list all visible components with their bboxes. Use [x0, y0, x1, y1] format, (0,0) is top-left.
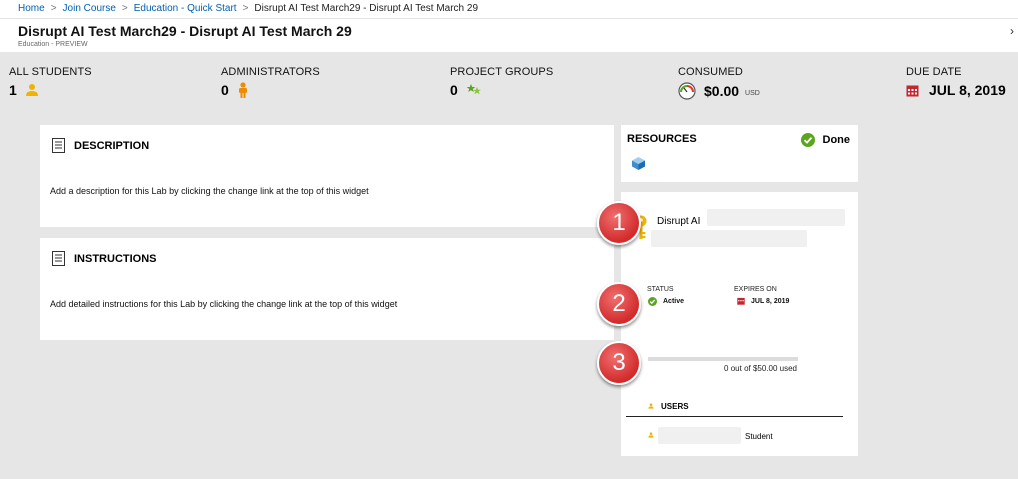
resources-status: Done — [800, 133, 851, 147]
description-title: DESCRIPTION — [74, 140, 150, 152]
stat-value: 0 — [450, 82, 458, 98]
users-title: USERS — [661, 402, 689, 411]
admin-person-icon — [238, 82, 247, 98]
calendar-icon — [906, 85, 919, 96]
project-groups-icon — [466, 84, 481, 95]
description-body: Add a description for this Lab by clicki… — [50, 186, 369, 196]
status-text: Active — [663, 298, 685, 305]
stat-due-date[interactable]: DUE DATE JUL 8, 2019 — [906, 66, 1006, 98]
users-divider — [626, 416, 843, 417]
status-label: STATUS — [647, 286, 674, 293]
resources-card: RESOURCES Done — [621, 125, 858, 182]
stat-label: ALL STUDENTS — [9, 66, 92, 78]
document-icon — [52, 251, 65, 266]
breadcrumb-education-quick-start[interactable]: Education - Quick Start — [134, 3, 237, 14]
stat-consumed[interactable]: CONSUMED $0.00 USD — [678, 66, 760, 100]
usage-text: 0 out of $50.00 used — [724, 364, 797, 373]
breadcrumb-separator: > — [242, 3, 249, 14]
check-circle-icon — [800, 133, 815, 147]
callout-badge-3: 3 — [597, 341, 641, 385]
person-icon — [648, 432, 654, 438]
usage-progress-bar — [648, 357, 798, 361]
resources-status-text: Done — [822, 134, 851, 146]
breadcrumb-current: Disrupt AI Test March29 - Disrupt AI Tes… — [254, 3, 479, 14]
stat-project-groups[interactable]: PROJECT GROUPS 0 — [450, 66, 553, 98]
resources-title: RESOURCES — [627, 133, 697, 145]
instructions-title: INSTRUCTIONS — [74, 253, 157, 265]
instructions-body: Add detailed instructions for this Lab b… — [50, 299, 398, 309]
redacted-subscription-detail — [651, 230, 807, 247]
user-role: Student — [745, 432, 773, 441]
expires-text: JUL 8, 2019 — [751, 297, 790, 305]
redacted-user-name — [658, 427, 741, 444]
page-title: Disrupt AI Test March29 - Disrupt AI Tes… — [18, 23, 352, 39]
person-icon — [25, 84, 38, 96]
page-header: Disrupt AI Test March29 - Disrupt AI Tes… — [0, 18, 1018, 52]
expires-label: EXPIRES ON — [734, 286, 777, 293]
breadcrumb-home[interactable]: Home — [18, 3, 45, 14]
stat-all-students[interactable]: ALL STUDENTS 1 — [9, 66, 92, 98]
stat-value: $0.00 — [704, 83, 740, 99]
document-icon — [52, 138, 65, 153]
stat-label: CONSUMED — [678, 66, 743, 78]
breadcrumb-join-course[interactable]: Join Course — [63, 3, 116, 14]
gauge-icon — [678, 82, 696, 100]
breadcrumb: Home > Join Course > Education - Quick Start… — [0, 0, 1018, 18]
stat-label: ADMINISTRATORS — [221, 66, 320, 78]
status-value: Active — [648, 297, 684, 306]
description-card: DESCRIPTION Add a description for this L… — [40, 125, 614, 227]
stat-value: 1 — [9, 82, 17, 98]
callout-badge-1: 1 — [597, 201, 641, 245]
stat-value: 0 — [221, 82, 229, 98]
callout-badge-2: 2 — [597, 282, 641, 326]
stat-value: JUL 8, 2019 — [929, 82, 1006, 98]
instructions-card: INSTRUCTIONS Add detailed instructions f… — [40, 238, 614, 340]
person-icon — [648, 403, 654, 409]
redacted-subscription-id — [707, 209, 845, 226]
breadcrumb-separator: > — [50, 3, 57, 14]
check-circle-icon — [648, 297, 657, 306]
stat-administrators[interactable]: ADMINISTRATORS 0 — [221, 66, 320, 98]
page-subtitle: Education - PREVIEW — [18, 41, 88, 48]
stat-label: PROJECT GROUPS — [450, 66, 554, 78]
breadcrumb-separator: > — [121, 3, 128, 14]
chevron-right-icon[interactable]: › — [1010, 24, 1014, 38]
subscription-name: Disrupt AI — [657, 216, 701, 227]
stat-unit: USD — [745, 89, 760, 97]
cube-icon[interactable] — [631, 156, 646, 171]
calendar-icon — [737, 297, 745, 305]
expires-value: JUL 8, 2019 — [737, 297, 789, 305]
stat-label: DUE DATE — [906, 66, 962, 78]
subscription-card: Disrupt AI STATUS Active EXPIRES ON JUL … — [621, 192, 858, 456]
